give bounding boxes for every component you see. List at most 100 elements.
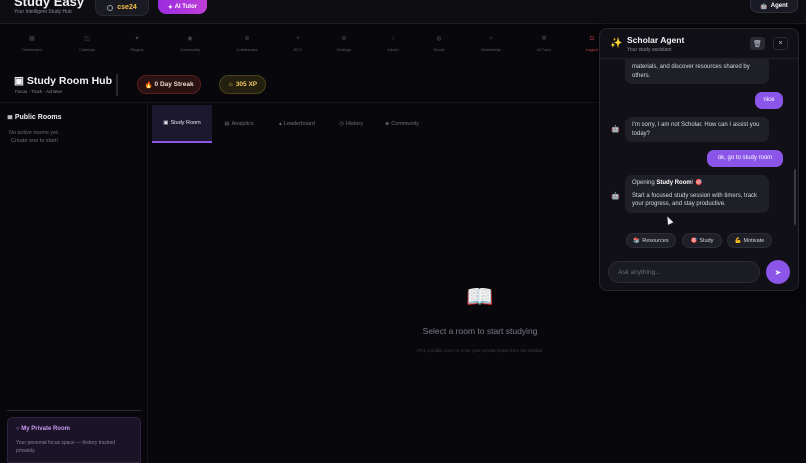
tab-analytics[interactable]: ▤ Analytics — [214, 105, 264, 143]
private-room-title: My Private Room — [21, 426, 70, 432]
bot-avatar-icon: 🤖 — [611, 126, 620, 133]
tab-community[interactable]: ◈ Community — [374, 105, 430, 143]
books-icon: 📚 — [633, 237, 641, 244]
streak-badge: 🔥 0 Day Streak — [137, 75, 201, 94]
empty-rooms-message: No active rooms yet. Create one to start… — [9, 129, 89, 145]
header-divider — [116, 74, 118, 96]
tab-label: Community — [391, 121, 420, 127]
tab-history[interactable]: ◷ History — [330, 105, 372, 143]
chat-message-user: ok, go to study room — [707, 150, 783, 167]
clear-chat-button[interactable]: 🗑 — [750, 37, 765, 50]
social-icon: ◍ — [436, 36, 442, 42]
star-icon: ☼ — [227, 81, 234, 88]
scholar-agent-panel: ✨ Scholar Agent Your study assistant 🗑 ×… — [599, 28, 799, 291]
chat-message-tail: ! 🎯 — [691, 180, 703, 186]
nav-item-admin[interactable]: ○ Admin — [373, 34, 413, 52]
app-title: Study Easy — [14, 0, 85, 9]
target-icon: 🎯 — [690, 237, 698, 244]
page-title-text: Study Room Hub — [26, 75, 113, 87]
agent-button-label: Agent — [770, 3, 788, 9]
private-room-card[interactable]: ○ My Private Room Your personal focus sp… — [7, 417, 141, 463]
plus-icon: + — [296, 36, 300, 42]
muscle-icon: 💪 — [734, 237, 742, 244]
nav-item-plugins[interactable]: ✦ Plugins — [117, 34, 157, 52]
gear-icon: ⚙ — [341, 36, 347, 42]
empty-state-subtitle: Pick a public room or enter your private… — [417, 348, 543, 353]
chat-message-body: Start a focused study session with timer… — [632, 192, 758, 208]
chat-message-bot: Opening Study Room! 🎯 Start a focused st… — [625, 175, 769, 213]
nav-item-label: Marketship — [481, 47, 501, 52]
nav-item-label: Dashboard — [22, 47, 42, 52]
close-icon: × — [778, 40, 783, 47]
xp-badge: ☼ 305 XP — [219, 75, 266, 94]
tab-label: Analytics — [231, 121, 254, 127]
admin-icon: ○ — [391, 36, 395, 42]
nav-item-label: Community — [179, 47, 201, 52]
quick-reply-label: Study — [699, 237, 714, 244]
tab-icon: ▤ — [224, 121, 230, 127]
nav-item-community[interactable]: ◉ Community — [170, 34, 210, 52]
user-status-icon — [107, 4, 114, 11]
chat-message-bot: materials, and discover resources shared… — [625, 59, 769, 84]
chat-message-heading: Opening Study Room! 🎯 — [632, 179, 762, 188]
tab-label: Study Room — [170, 120, 201, 126]
fire-icon: 🔥 — [144, 81, 153, 89]
close-agent-button[interactable]: × — [773, 37, 788, 50]
nav-item-ai-tutor[interactable]: ❋ AI Tutor — [524, 34, 564, 52]
calendar-icon: ◫ — [84, 36, 90, 42]
ai-tutor-button[interactable]: ✦ AI Tutor — [158, 0, 207, 14]
ai-tutor-icon: ✦ — [167, 4, 175, 11]
nav-item-label: ECX — [293, 47, 303, 52]
quick-reply-motivate[interactable]: 💪 Motivate — [727, 233, 772, 248]
nav-item-ecx[interactable]: + ECX — [278, 34, 318, 52]
hub-icon: ▣ — [14, 75, 27, 87]
nav-item-label: Plugins — [130, 47, 144, 52]
tab-icon: ◈ — [384, 121, 390, 127]
tab-icon: ▣ — [163, 120, 169, 126]
agent-header: ✨ Scholar Agent Your study assistant 🗑 × — [600, 29, 798, 59]
agent-button[interactable]: 🤖 Agent — [750, 0, 798, 13]
quick-replies: 📚 Resources 🎯 Study 💪 Motivate — [600, 233, 798, 251]
nav-item-social[interactable]: ◍ Social — [419, 34, 459, 52]
community-icon: ◉ — [187, 36, 193, 42]
nav-item-label: Calendar — [78, 47, 96, 52]
trash-icon: 🗑 — [753, 40, 762, 48]
nav-item-settings[interactable]: ⚙ Settings — [324, 34, 364, 52]
ai-tutor-label: AI Tutor — [174, 4, 198, 10]
chat-scrollbar[interactable] — [794, 169, 796, 225]
nav-item-collabsoats[interactable]: ⊕ Collabsoats — [227, 34, 267, 52]
quick-reply-resources[interactable]: 📚 Resources — [626, 233, 676, 248]
public-rooms-title: Public Rooms — [14, 114, 62, 121]
agent-role: Your study assistant — [627, 47, 672, 53]
nav-item-marketship[interactable]: ✧ Marketship — [471, 34, 511, 52]
nav-item-label: Social — [433, 47, 445, 52]
chat-message-user: nice — [755, 92, 783, 109]
tab-label: Leaderboard — [283, 121, 315, 127]
quick-reply-study[interactable]: 🎯 Study — [682, 233, 722, 248]
ask-input[interactable] — [608, 261, 760, 283]
bot-avatar-icon: 🤖 — [611, 193, 620, 200]
app-subtitle: Your Intelligent Study Hub — [14, 9, 72, 15]
nav-item-calendar[interactable]: ◫ Calendar — [67, 34, 107, 52]
puzzle-icon: ✦ — [134, 36, 140, 42]
user-chip[interactable]: cse24 — [95, 0, 149, 16]
private-room-heading: ○ My Private Room — [16, 426, 70, 432]
quick-reply-label: Motivate — [743, 237, 765, 244]
nav-item-label: Admin — [387, 47, 399, 52]
grid-icon: ▦ — [29, 36, 35, 42]
collab-icon: ⊕ — [244, 36, 250, 42]
tab-icon: ▴ — [279, 121, 282, 127]
send-icon: ➤ — [774, 267, 782, 277]
page-subtitle: Focus · Track · Achieve — [15, 89, 63, 94]
streak-label: 0 Day Streak — [154, 81, 194, 88]
tab-study-room[interactable]: ▣ Study Room — [152, 105, 212, 143]
nav-item-label: Collabsoats — [236, 47, 258, 52]
private-room-description: Your personal focus space — history trac… — [16, 440, 116, 454]
xp-label: 305 XP — [235, 81, 258, 88]
tab-leaderboard[interactable]: ▴ Leaderboard — [266, 105, 328, 143]
send-button[interactable]: ➤ — [766, 260, 790, 284]
nav-item-label: Settings — [336, 47, 352, 52]
nav-item-dashboard[interactable]: ▦ Dashboard — [12, 34, 52, 52]
nav-item-label: AI Tutor — [536, 47, 551, 52]
sidebar-divider — [7, 410, 141, 411]
